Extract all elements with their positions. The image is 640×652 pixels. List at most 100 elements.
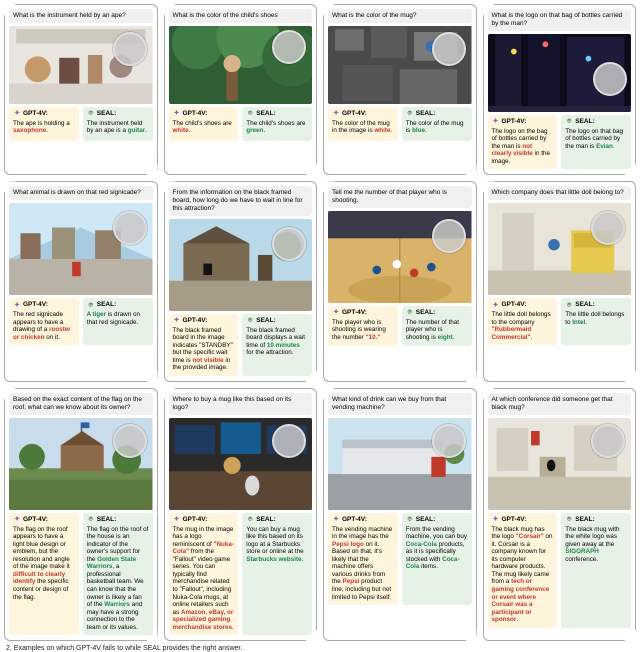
gpt4v-label: ✦GPT-4V:: [13, 516, 75, 524]
sparkle-icon: ✦: [13, 516, 21, 524]
seal-answer: ⌾SEAL: The number of that player who is …: [402, 306, 472, 346]
gpt4v-answer: ✦GPT-4V: The red signicade appears to ha…: [9, 298, 79, 345]
answers-row: ✦GPT-4V: The color of the mug in the ima…: [328, 107, 472, 141]
seal-text: The black mug with the white logo was gi…: [565, 526, 627, 564]
seal-label: ⌾SEAL:: [406, 516, 468, 524]
question-text: Which company does that little doll belo…: [488, 186, 632, 200]
sparkle-icon: ✦: [173, 317, 181, 325]
highlight-wrong: Amazon, eBay, or specialized gaming merc…: [173, 609, 234, 631]
example-card: At which conference did someone get that…: [483, 388, 637, 641]
highlight-wrong: tech or gaming conference or event where…: [492, 578, 550, 623]
seal-label: ⌾SEAL:: [246, 317, 308, 325]
gpt4v-answer: ✦GPT-4V: The child's shoes are white.: [169, 107, 239, 141]
answers-row: ✦GPT-4V: The player who is shooting is w…: [328, 306, 472, 346]
gpt4v-label: ✦GPT-4V:: [332, 110, 394, 118]
seal-label: ⌾SEAL:: [565, 301, 627, 309]
gpt4v-answer: ✦GPT-4V: The little doll belongs to the …: [488, 298, 558, 345]
seal-text: The little doll belongs to Intel.: [565, 311, 627, 326]
gpt4v-label: ✦GPT-4V:: [13, 110, 75, 118]
example-card: What is the instrument held by an ape? ✦…: [4, 4, 158, 175]
sparkle-icon: ✦: [13, 110, 21, 118]
question-text: What is the logo on that bag of bottles …: [488, 9, 632, 31]
question-text: What is the instrument held by an ape?: [9, 9, 153, 23]
example-image: [488, 418, 632, 510]
gpt4v-label: ✦GPT-4V:: [173, 516, 235, 524]
seal-label: ⌾SEAL:: [246, 516, 308, 524]
example-card: What is the logo on that bag of bottles …: [483, 4, 637, 175]
gpt4v-label: ✦GPT-4V:: [332, 309, 394, 317]
answers-row: ✦GPT-4V: The little doll belongs to the …: [488, 298, 632, 345]
example-image: [169, 219, 313, 311]
example-card: What animal is drawn on that red signica…: [4, 181, 158, 382]
highlight-wrong: white: [374, 127, 390, 134]
seal-answer: ⌾SEAL: The child's shoes are green.: [242, 107, 312, 141]
example-image: [9, 26, 153, 104]
seal-icon: ⌾: [87, 301, 95, 309]
gpt4v-answer: ✦GPT-4V: The flag on the roof appears to…: [9, 513, 79, 636]
gpt4v-text: The black mug has the logo "Corsair" on …: [492, 526, 554, 624]
answers-row: ✦GPT-4V: The black framed board in the i…: [169, 314, 313, 376]
gpt4v-text: The red signicade appears to have a draw…: [13, 311, 75, 341]
gpt4v-label: ✦GPT-4V:: [173, 110, 235, 118]
highlight-correct: Evian: [596, 143, 613, 150]
seal-icon: ⌾: [246, 516, 254, 524]
seal-icon: ⌾: [406, 110, 414, 118]
answers-row: ✦GPT-4V: The red signicade appears to ha…: [9, 298, 153, 345]
seal-icon: ⌾: [246, 317, 254, 325]
highlight-correct: Starbucks website: [246, 556, 301, 563]
answers-row: ✦GPT-4V: The child's shoes are white. ⌾S…: [169, 107, 313, 141]
example-card: Which company does that little doll belo…: [483, 181, 637, 382]
sparkle-icon: ✦: [332, 309, 340, 317]
question-text: Tell me the number of that player who is…: [328, 186, 472, 208]
gpt4v-answer: ✦GPT-4V: The player who is shooting is w…: [328, 306, 398, 346]
question-text: What kind of drink can we buy from that …: [328, 393, 472, 415]
figure-caption: 2. Examples on which GPT-4V fails to whi…: [4, 641, 636, 652]
example-image: [169, 26, 313, 104]
seal-icon: ⌾: [406, 516, 414, 524]
gpt4v-text: The vending machine in the image has the…: [332, 526, 394, 601]
seal-answer: ⌾SEAL: The flag on the roof of the house…: [83, 513, 153, 636]
question-text: Where to buy a mug like this based on it…: [169, 393, 313, 415]
seal-icon: ⌾: [565, 301, 573, 309]
example-image: [9, 418, 153, 510]
seal-answer: ⌾SEAL: You can buy a mug like this based…: [242, 513, 312, 636]
highlight-correct: 10 minutes: [267, 342, 300, 349]
seal-answer: ⌾SEAL: The little doll belongs to Intel.: [561, 298, 631, 345]
seal-icon: ⌾: [87, 516, 95, 524]
answers-row: ✦GPT-4V: The vending machine in the imag…: [328, 513, 472, 605]
seal-icon: ⌾: [565, 516, 573, 524]
gpt4v-answer: ✦GPT-4V: The black mug has the logo "Cor…: [488, 513, 558, 628]
example-image: [328, 26, 472, 104]
highlight-correct: tiger: [92, 311, 106, 318]
seal-icon: ⌾: [565, 118, 573, 126]
highlight-correct: green: [246, 127, 263, 134]
example-image: [488, 34, 632, 112]
question-text: Based on the exact content of the flag o…: [9, 393, 153, 415]
gpt4v-answer: ✦GPT-4V: The ape is holding a saxophone.: [9, 107, 79, 141]
gpt4v-label: ✦GPT-4V:: [332, 516, 394, 524]
seal-icon: ⌾: [406, 309, 414, 317]
seal-text: The flag on the roof of the house is an …: [87, 526, 149, 632]
highlight-correct: eight: [438, 334, 453, 341]
highlight-correct: guitar: [128, 127, 146, 134]
highlight-correct: Intel: [572, 319, 585, 326]
sparkle-icon: ✦: [492, 516, 500, 524]
seal-label: ⌾SEAL:: [565, 118, 627, 126]
seal-text: The instrument held by an ape is a guita…: [87, 120, 149, 135]
seal-label: ⌾SEAL:: [87, 301, 149, 309]
seal-label: ⌾SEAL:: [87, 516, 149, 524]
gpt4v-text: The child's shoes are white.: [173, 120, 235, 135]
highlight-wrong: "Corsair": [516, 533, 544, 540]
highlight-correct: blue: [412, 127, 425, 134]
highlight-wrong: saxophone: [13, 127, 46, 134]
example-card: Based on the exact content of the flag o…: [4, 388, 158, 641]
gpt4v-answer: ✦GPT-4V: The logo on the bag of bottles …: [488, 115, 558, 170]
figure-grid: What is the instrument held by an ape? ✦…: [4, 4, 636, 641]
gpt4v-answer: ✦GPT-4V: The vending machine in the imag…: [328, 513, 398, 605]
question-text: What animal is drawn on that red signica…: [9, 186, 153, 200]
gpt4v-text: The flag on the roof appears to have a l…: [13, 526, 75, 601]
gpt4v-text: The black framed board in the image indi…: [173, 327, 235, 372]
seal-text: The child's shoes are green.: [246, 120, 308, 135]
example-image: [488, 203, 632, 295]
example-image: [169, 418, 313, 510]
